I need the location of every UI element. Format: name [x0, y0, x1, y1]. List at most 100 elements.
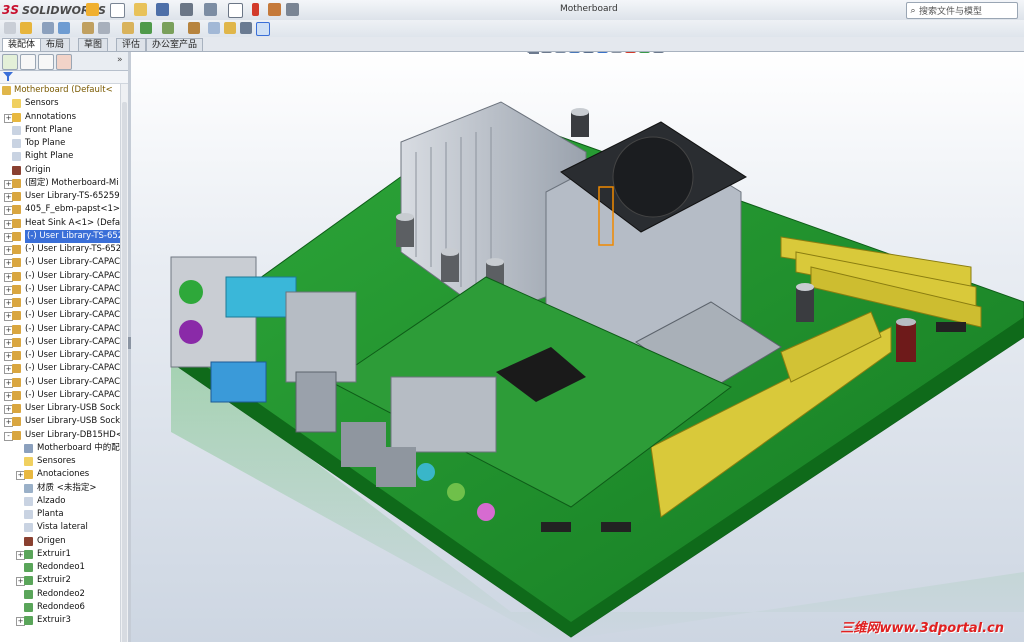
tree-item[interactable]: + (-) User Library-CAPACI	[0, 270, 120, 283]
instant3d-icon[interactable]	[256, 22, 270, 36]
tree-item[interactable]: Origen	[0, 535, 120, 548]
display-manager-tab-icon[interactable]	[56, 54, 72, 70]
tree-item[interactable]: Top Plane	[0, 137, 120, 150]
tree-item[interactable]: Motherboard 中的配	[0, 442, 120, 455]
move-component-icon[interactable]	[98, 22, 110, 34]
display-style-icon[interactable]	[597, 52, 608, 53]
expand-panel-icon[interactable]: »	[117, 55, 123, 65]
show-hidden-icon[interactable]	[122, 22, 134, 34]
tree-item[interactable]: + User Library-USB Socke	[0, 415, 120, 428]
origin-icon	[12, 165, 21, 175]
tree-item[interactable]: Redondeo6	[0, 601, 120, 614]
tree-item[interactable]: + (-) User Library-CAPACI	[0, 296, 120, 309]
motherboard-model-view[interactable]	[131, 52, 1024, 642]
view-orientation-icon[interactable]	[583, 52, 594, 53]
bill-of-materials-icon[interactable]	[208, 22, 220, 34]
configuration-manager-tab-icon[interactable]	[38, 54, 54, 70]
tree-item[interactable]: + User Library-TS-65259-2	[0, 190, 120, 203]
edit-appearance-icon[interactable]	[625, 52, 636, 53]
open-folder-icon[interactable]	[134, 3, 147, 16]
part-icon	[12, 298, 21, 307]
tree-item[interactable]: + (-) User Library-TS-6525	[0, 229, 120, 243]
tab-layout[interactable]: 布局	[40, 38, 71, 51]
tree-item-label: Origen	[37, 535, 66, 546]
tree-item[interactable]: + (-) User Library-CAPACI	[0, 283, 120, 296]
undo-icon[interactable]	[204, 3, 217, 16]
tree-item-label: User Library-DB15HD<1	[25, 429, 120, 440]
previous-view-icon[interactable]	[555, 52, 566, 53]
apply-scene-icon[interactable]	[639, 52, 650, 53]
tab-assembly[interactable]: 装配体	[2, 38, 42, 51]
tree-item[interactable]: Motherboard (Default<	[0, 84, 120, 97]
tree-item[interactable]: 材质 <未指定>	[0, 482, 120, 495]
tree-item[interactable]: + (-) User Library-CAPACI	[0, 309, 120, 322]
tree-item[interactable]: Vista lateral	[0, 521, 120, 534]
tree-item[interactable]: Front Plane	[0, 124, 120, 137]
tree-item[interactable]: + (-) User Library-CAPACI	[0, 336, 120, 349]
tree-item[interactable]: Sensors	[0, 97, 120, 110]
linear-pattern-icon[interactable]	[58, 22, 70, 34]
tree-item[interactable]: + Anotaciones	[0, 468, 120, 481]
mate-icon[interactable]	[42, 22, 54, 34]
part-icon	[12, 337, 21, 347]
select-cursor-icon[interactable]	[228, 3, 243, 18]
property-manager-tab-icon[interactable]	[20, 54, 36, 70]
traffic-light-icon[interactable]	[252, 3, 259, 16]
tree-item[interactable]: + (-) User Library-CAPACI	[0, 376, 120, 389]
hide-show-icon[interactable]	[611, 52, 622, 53]
tree-item[interactable]: + User Library-USB Socke	[0, 402, 120, 415]
options-icon[interactable]	[286, 3, 299, 16]
tree-item[interactable]: + (-) User Library-CAPACI	[0, 389, 120, 402]
assembly-features-icon[interactable]	[140, 22, 152, 34]
zoom-area-icon[interactable]	[541, 52, 552, 53]
open-part-icon[interactable]	[20, 22, 32, 34]
tab-office-products[interactable]: 办公室产品	[146, 38, 204, 51]
part-icon	[12, 192, 21, 201]
tree-item[interactable]: + Extruir3	[0, 614, 120, 627]
reference-geometry-icon[interactable]	[162, 22, 174, 34]
tree-item[interactable]: Origin	[0, 164, 120, 177]
view-settings-icon[interactable]	[653, 52, 664, 53]
tree-item[interactable]: + (-) User Library-TS-6525	[0, 243, 120, 256]
tree-item[interactable]: + (-) User Library-CAPACI	[0, 256, 120, 269]
tree-item[interactable]: + Heat Sink A<1> (Defaul	[0, 217, 120, 230]
feature-manager-tab-icon[interactable]	[2, 54, 18, 70]
tree-item[interactable]: + (-) User Library-CAPACI	[0, 323, 120, 336]
insert-component-icon[interactable]	[4, 22, 16, 34]
tree-item[interactable]: + (-) User Library-CAPACI	[0, 349, 120, 362]
tree-item-label: Motherboard 中的配	[37, 442, 120, 453]
tree-item[interactable]: + (固定) Motherboard-Mi	[0, 177, 120, 190]
smart-fasteners-icon[interactable]	[82, 22, 94, 34]
graphics-area[interactable]: 三维网www.3dportal.cn	[131, 52, 1024, 642]
tree-item[interactable]: - User Library-DB15HD<1	[0, 429, 120, 442]
tree-item[interactable]: Right Plane	[0, 150, 120, 163]
filter-icon[interactable]	[3, 72, 13, 81]
tree-item-label: Redondeo6	[37, 601, 85, 612]
tree-item[interactable]: Alzado	[0, 495, 120, 508]
interference-check-icon[interactable]	[240, 22, 252, 34]
part-icon	[12, 178, 21, 188]
tree-item[interactable]: Redondeo1	[0, 561, 120, 574]
tree-item[interactable]: + Annotations	[0, 111, 120, 124]
tab-sketch[interactable]: 草图	[78, 38, 109, 51]
tab-evaluate[interactable]: 评估	[116, 38, 147, 51]
print-icon[interactable]	[180, 3, 193, 16]
tree-item-label: Anotaciones	[37, 469, 90, 480]
search-box[interactable]: ⌕ 搜索文件与模型	[906, 2, 1018, 19]
tree-item[interactable]: + Extruir2	[0, 574, 120, 587]
tree-item[interactable]: Redondeo2	[0, 588, 120, 601]
tree-item[interactable]: + Extruir1	[0, 548, 120, 561]
tree-item[interactable]: Planta	[0, 508, 120, 521]
save-icon[interactable]	[156, 3, 169, 16]
file-properties-icon[interactable]	[268, 3, 281, 16]
tree-item[interactable]: +405_F_ebm-papst<1> (	[0, 203, 120, 216]
new-document-icon[interactable]	[110, 3, 125, 18]
scrollbar-thumb[interactable]	[122, 102, 127, 642]
pin-icon[interactable]	[86, 3, 99, 16]
zoom-to-fit-icon[interactable]	[527, 52, 538, 53]
tree-item[interactable]: + (-) User Library-CAPACI	[0, 362, 120, 375]
tree-item[interactable]: Sensores	[0, 455, 120, 468]
exploded-view-icon[interactable]	[224, 22, 236, 34]
section-view-icon[interactable]	[569, 52, 580, 53]
new-motion-study-icon[interactable]	[188, 22, 200, 34]
